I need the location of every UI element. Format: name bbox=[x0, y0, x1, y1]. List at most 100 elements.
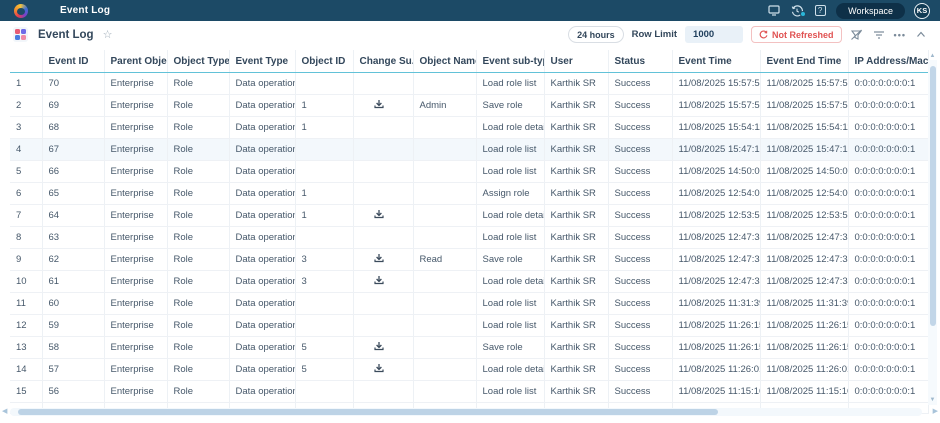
cell-num: 6 bbox=[10, 183, 42, 205]
cell-status: Success bbox=[608, 95, 672, 117]
event-log-app-icon bbox=[13, 27, 28, 42]
cell-event_end_time: 11/08/2025 14:50:07 bbox=[760, 161, 848, 183]
column-header-status[interactable]: Status bbox=[608, 50, 672, 73]
cell-event_subtype: Assign role bbox=[476, 183, 544, 205]
cell-ip: 0:0:0:0:0:0:0:1 bbox=[848, 183, 928, 205]
cell-object_type: Role bbox=[167, 117, 229, 139]
horizontal-scroll-right-arrow[interactable]: ▶ bbox=[933, 408, 938, 416]
cell-event_id: 63 bbox=[42, 227, 104, 249]
cell-change_summary bbox=[353, 205, 413, 227]
help-icon[interactable]: ? bbox=[813, 4, 827, 18]
cell-status: Success bbox=[608, 337, 672, 359]
horizontal-scroll-thumb[interactable] bbox=[18, 409, 718, 415]
cell-event_end_time: 11/08/2025 11:26:15 bbox=[760, 337, 848, 359]
cell-object_type: Role bbox=[167, 205, 229, 227]
cell-num: 3 bbox=[10, 117, 42, 139]
refresh-status-button[interactable]: Not Refreshed bbox=[751, 26, 842, 43]
column-header-object_type[interactable]: Object Type bbox=[167, 50, 229, 73]
cell-event_end_time: 11/08/2025 12:53:53 bbox=[760, 205, 848, 227]
column-header-object_name[interactable]: Object Name bbox=[413, 50, 476, 73]
column-header-event_time[interactable]: Event Time bbox=[672, 50, 760, 73]
column-header-object_id[interactable]: Object ID bbox=[295, 50, 353, 73]
cell-event_subtype: Load role list bbox=[476, 293, 544, 315]
cell-object_name bbox=[413, 271, 476, 293]
monitor-icon[interactable] bbox=[767, 4, 781, 18]
topbar-app-title: Event Log bbox=[60, 5, 110, 16]
row-limit-input[interactable] bbox=[685, 26, 743, 43]
table-row[interactable]: 170EnterpriseRoleData operationLoad role… bbox=[10, 73, 928, 95]
cell-event_end_time: 11/08/2025 12:54:09 bbox=[760, 183, 848, 205]
table-row[interactable]: 566EnterpriseRoleData operationLoad role… bbox=[10, 161, 928, 183]
cell-change_summary bbox=[353, 271, 413, 293]
vertical-scrollbar[interactable] bbox=[928, 60, 937, 405]
cell-ip: 0:0:0:0:0:0:0:1 bbox=[848, 139, 928, 161]
table-row[interactable]: 368EnterpriseRoleData operation1Load rol… bbox=[10, 117, 928, 139]
column-header-change_summary[interactable]: Change Su... bbox=[353, 50, 413, 73]
cell-event_time: 11/08/2025 11:26:01 bbox=[672, 359, 760, 381]
time-range-selector[interactable]: 24 hours bbox=[568, 26, 624, 43]
vertical-scroll-up-arrow[interactable]: ▲ bbox=[928, 52, 937, 60]
cell-event_time: 11/08/2025 11:31:39 bbox=[672, 293, 760, 315]
cell-event_type: Data operation bbox=[229, 359, 295, 381]
cell-ip: 0:0:0:0:0:0:0:1 bbox=[848, 381, 928, 403]
download-change-summary-icon[interactable] bbox=[374, 253, 384, 266]
cell-status: Success bbox=[608, 183, 672, 205]
cell-event_type: Data operation bbox=[229, 227, 295, 249]
filter-lines-icon[interactable] bbox=[872, 28, 886, 42]
cell-object_type: Role bbox=[167, 359, 229, 381]
cell-parent_object: Enterprise bbox=[104, 249, 167, 271]
cell-event_id: 65 bbox=[42, 183, 104, 205]
cell-object_name bbox=[413, 139, 476, 161]
cell-event_type: Data operation bbox=[229, 95, 295, 117]
column-header-event_id[interactable]: Event ID bbox=[42, 50, 104, 73]
download-change-summary-icon[interactable] bbox=[374, 99, 384, 112]
user-avatar[interactable]: KS bbox=[914, 3, 930, 19]
cell-num: 9 bbox=[10, 249, 42, 271]
collapse-chevron-icon[interactable] bbox=[914, 28, 928, 42]
cell-status: Success bbox=[608, 73, 672, 95]
table-row[interactable]: 863EnterpriseRoleData operationLoad role… bbox=[10, 227, 928, 249]
horizontal-scrollbar[interactable] bbox=[10, 408, 922, 416]
cell-event_end_time: 11/08/2025 11:26:01 bbox=[760, 359, 848, 381]
cell-object_type: Role bbox=[167, 381, 229, 403]
download-change-summary-icon[interactable] bbox=[374, 363, 384, 376]
table-row[interactable]: 665EnterpriseRoleData operation1Assign r… bbox=[10, 183, 928, 205]
table-row[interactable]: 467EnterpriseRoleData operationLoad role… bbox=[10, 139, 928, 161]
download-change-summary-icon[interactable] bbox=[374, 209, 384, 222]
horizontal-scroll-left-arrow[interactable]: ◀ bbox=[2, 408, 7, 416]
column-header-ip[interactable]: IP Address/Machine bbox=[848, 50, 928, 73]
filter-off-icon[interactable] bbox=[850, 28, 864, 42]
table-row[interactable]: 764EnterpriseRoleData operation1Load rol… bbox=[10, 205, 928, 227]
history-icon[interactable] bbox=[790, 4, 804, 18]
more-options-icon[interactable]: ••• bbox=[894, 30, 906, 40]
column-header-user[interactable]: User bbox=[544, 50, 608, 73]
cell-event_id: 62 bbox=[42, 249, 104, 271]
vertical-scroll-down-arrow[interactable]: ▼ bbox=[928, 396, 937, 404]
column-header-parent_object[interactable]: Parent Obje... bbox=[104, 50, 167, 73]
column-header-event_subtype[interactable]: Event sub-type bbox=[476, 50, 544, 73]
column-header-event_type[interactable]: Event Type bbox=[229, 50, 295, 73]
cell-event_time: 11/08/2025 15:47:17 bbox=[672, 139, 760, 161]
cell-parent_object: Enterprise bbox=[104, 337, 167, 359]
table-row[interactable]: 1358EnterpriseRoleData operation5Save ro… bbox=[10, 337, 928, 359]
table-row[interactable]: 962EnterpriseRoleData operation3ReadSave… bbox=[10, 249, 928, 271]
cell-num: 1 bbox=[10, 73, 42, 95]
table-row[interactable]: 1556EnterpriseRoleData operationLoad rol… bbox=[10, 381, 928, 403]
table-row[interactable]: 1457EnterpriseRoleData operation5Load ro… bbox=[10, 359, 928, 381]
table-row[interactable]: 1061EnterpriseRoleData operation3Load ro… bbox=[10, 271, 928, 293]
cell-user: Karthik SR bbox=[544, 139, 608, 161]
column-header-event_end_time[interactable]: Event End Time bbox=[760, 50, 848, 73]
cell-ip: 0:0:0:0:0:0:0:1 bbox=[848, 337, 928, 359]
download-change-summary-icon[interactable] bbox=[374, 341, 384, 354]
cell-ip: 0:0:0:0:0:0:0:1 bbox=[848, 205, 928, 227]
table-row[interactable]: 1160EnterpriseRoleData operationLoad rol… bbox=[10, 293, 928, 315]
cell-event_end_time: 11/08/2025 15:47:17 bbox=[760, 139, 848, 161]
table-row[interactable]: 1259EnterpriseRoleData operationLoad rol… bbox=[10, 315, 928, 337]
table-row[interactable]: 269EnterpriseRoleData operation1AdminSav… bbox=[10, 95, 928, 117]
workspace-button[interactable]: Workspace bbox=[836, 3, 905, 19]
cell-event_time: 11/08/2025 15:57:56 bbox=[672, 73, 760, 95]
favorite-star-icon[interactable]: ☆ bbox=[103, 28, 113, 41]
vertical-scroll-thumb[interactable] bbox=[930, 66, 936, 326]
cell-object_id: 5 bbox=[295, 337, 353, 359]
download-change-summary-icon[interactable] bbox=[374, 275, 384, 288]
